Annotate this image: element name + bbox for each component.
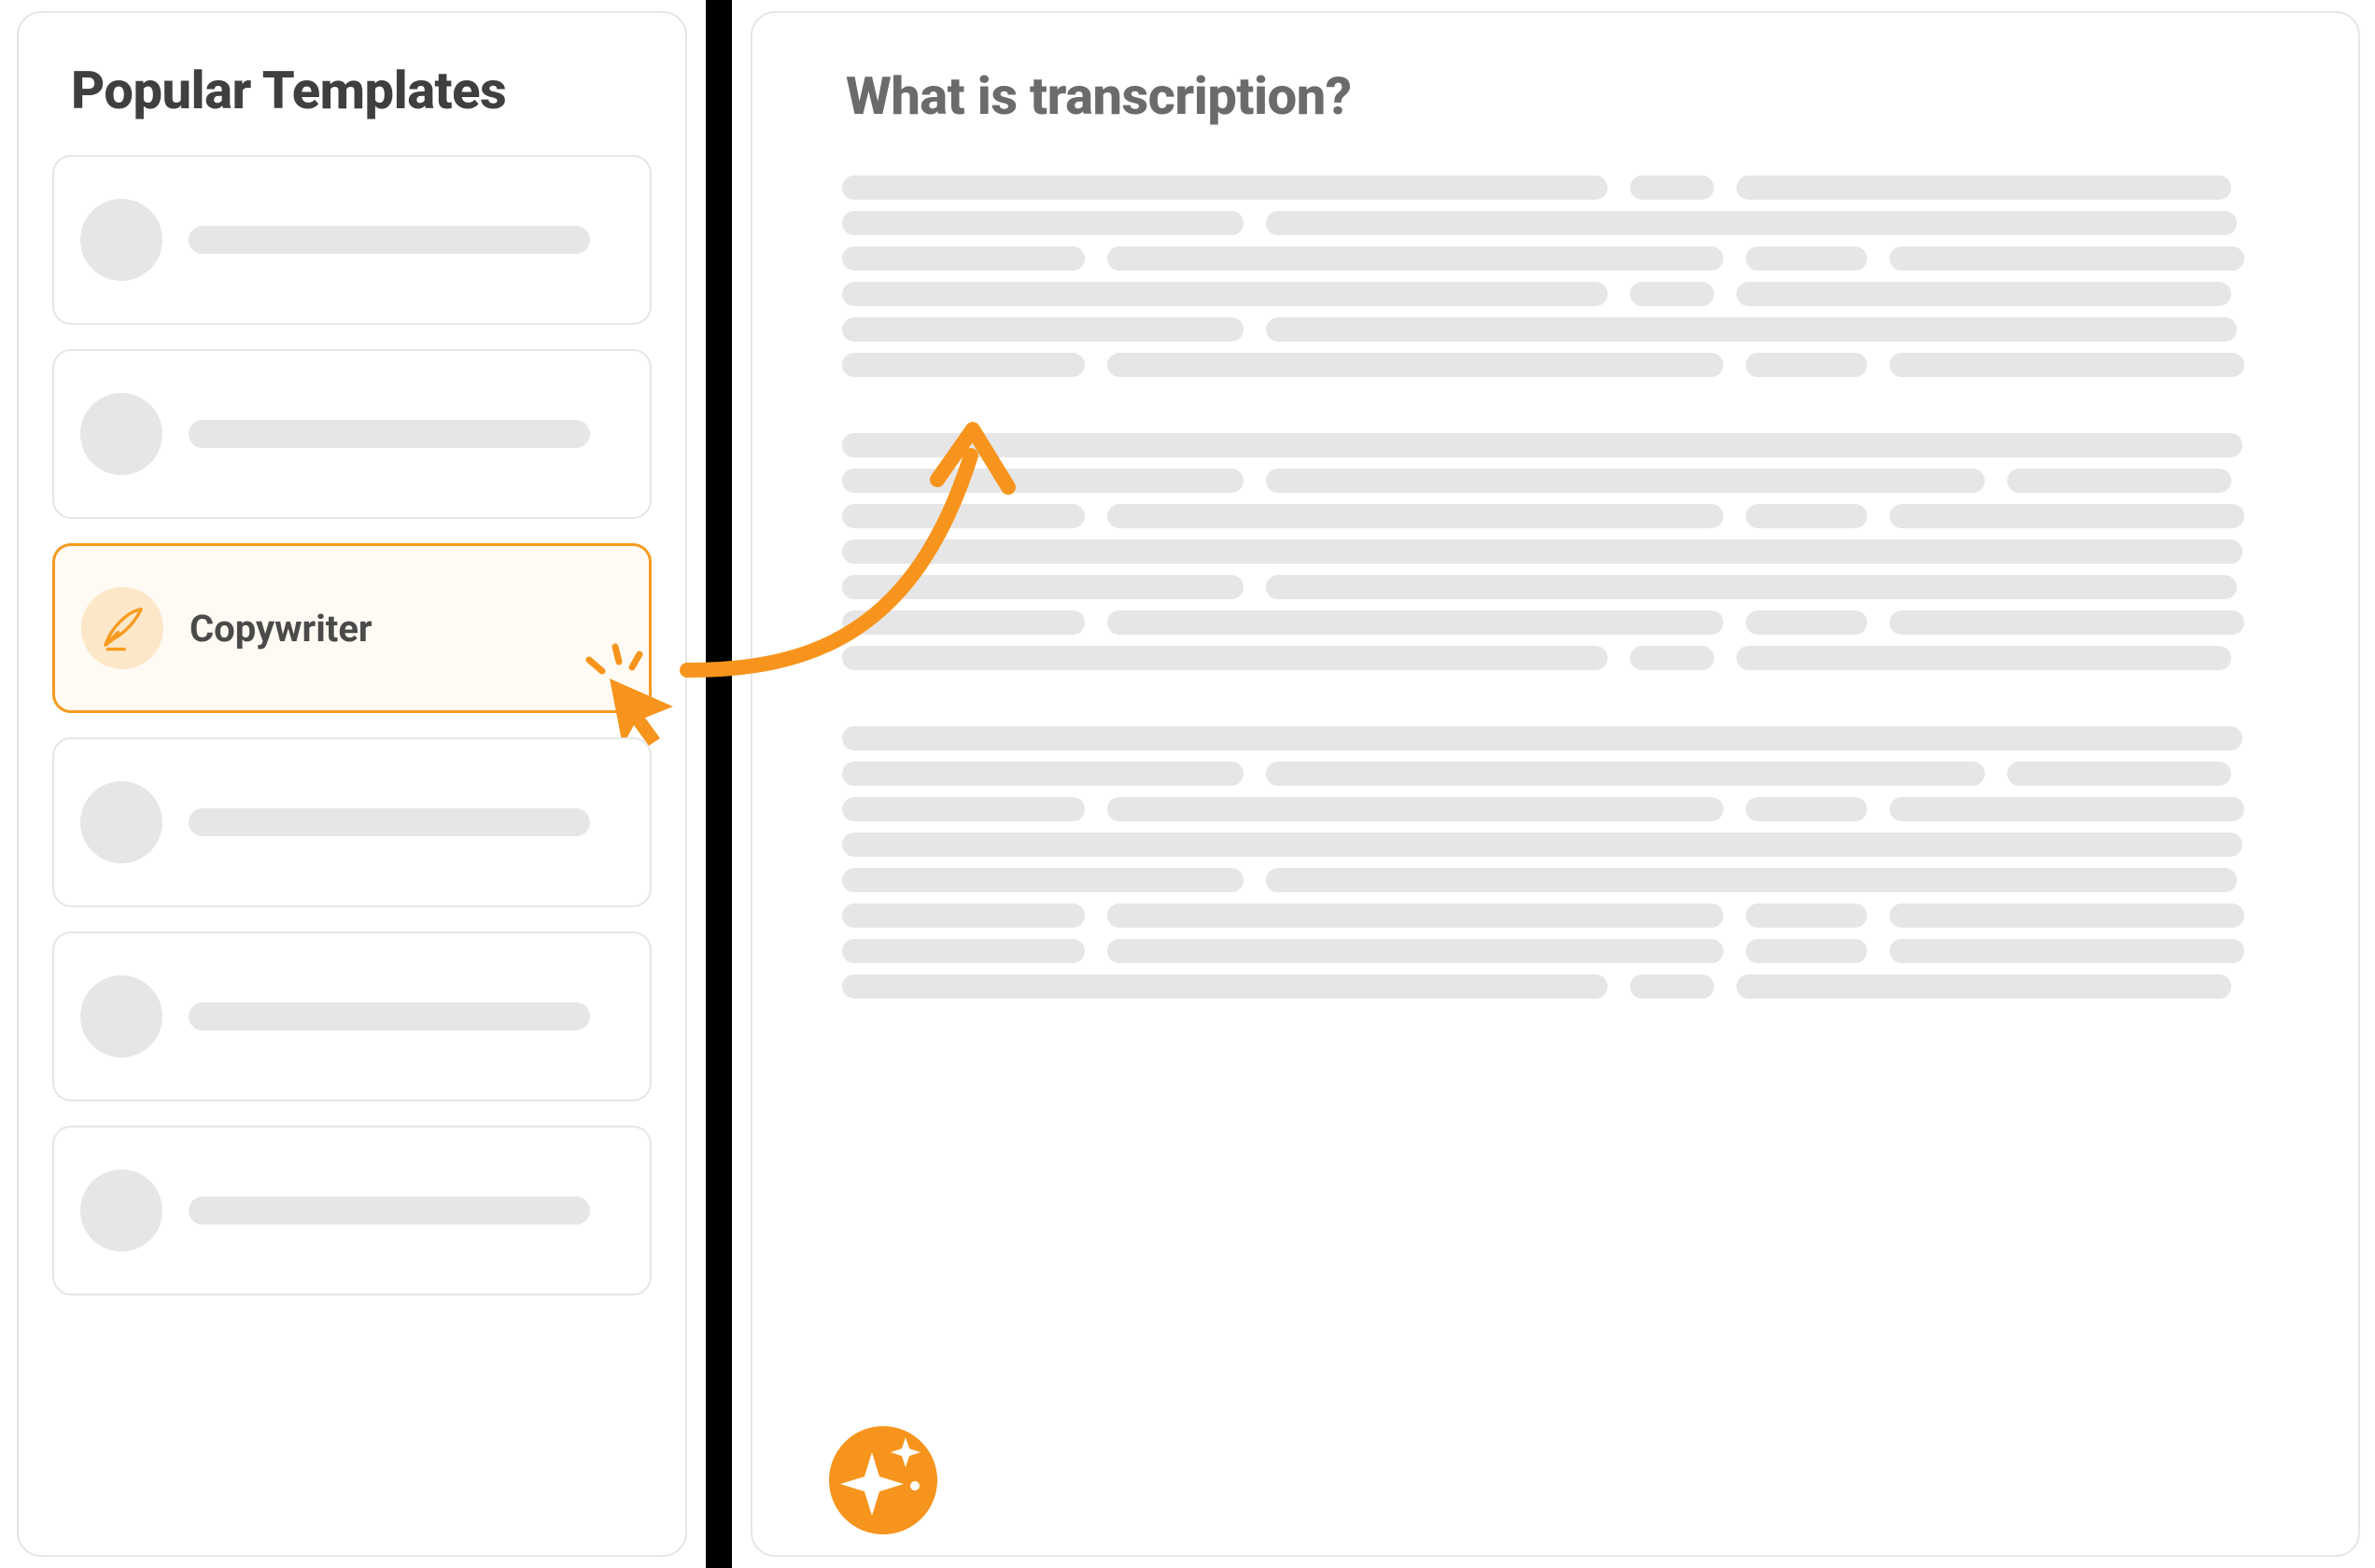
placeholder-line — [1107, 246, 1723, 271]
placeholder-line — [842, 903, 1085, 928]
placeholder-line — [842, 246, 1085, 271]
placeholder-line — [842, 353, 1085, 377]
placeholder-line — [1107, 610, 1723, 635]
placeholder-line — [842, 868, 1244, 892]
placeholder-line — [842, 939, 1085, 963]
placeholder-line — [1746, 797, 1867, 821]
placeholder-line — [842, 833, 2242, 857]
placeholder-line — [189, 226, 590, 254]
placeholder-line — [842, 575, 1244, 599]
template-card[interactable] — [52, 155, 652, 325]
template-card[interactable] — [52, 1126, 652, 1295]
sidebar-title: Popular Templates — [71, 60, 644, 121]
placeholder-line — [1736, 974, 2231, 999]
placeholder-line — [1890, 353, 2244, 377]
template-list: Copywriter — [52, 155, 652, 1295]
placeholder-line — [1736, 282, 2231, 306]
placeholder-line — [1890, 939, 2244, 963]
placeholder-line — [1890, 246, 2244, 271]
placeholder-line — [1266, 211, 2237, 235]
placeholder-line — [189, 420, 590, 448]
placeholder-line — [1746, 939, 1867, 963]
placeholder-line — [1630, 974, 1714, 999]
placeholder-line — [842, 211, 1244, 235]
panel-divider — [706, 0, 732, 1568]
placeholder-line — [1266, 762, 1985, 786]
placeholder-line — [1266, 868, 2237, 892]
content-panel: What is transcription? — [751, 11, 2360, 1557]
placeholder-line — [1107, 939, 1723, 963]
app-illustration: Popular Templates Copywriter — [0, 0, 2375, 1568]
placeholder-line — [189, 1002, 590, 1030]
placeholder-line — [1746, 903, 1867, 928]
placeholder-line — [842, 762, 1244, 786]
placeholder-line — [1890, 797, 2244, 821]
placeholder-line — [842, 469, 1244, 493]
sparkle-badge-icon — [827, 1424, 939, 1536]
template-card[interactable] — [52, 349, 652, 519]
placeholder-line — [1890, 903, 2244, 928]
placeholder-line — [1107, 903, 1723, 928]
placeholder-line — [842, 974, 1608, 999]
placeholder-icon — [80, 781, 162, 863]
template-card-copywriter[interactable]: Copywriter — [52, 543, 652, 713]
content-title: What is transcription? — [846, 65, 2306, 127]
placeholder-line — [1266, 317, 2237, 342]
placeholder-line — [1746, 353, 1867, 377]
placeholder-line — [842, 317, 1244, 342]
placeholder-line — [1266, 469, 1985, 493]
placeholder-icon — [80, 975, 162, 1057]
placeholder-line — [842, 646, 1608, 670]
placeholder-line — [842, 504, 1085, 528]
template-card[interactable] — [52, 931, 652, 1101]
template-card[interactable] — [52, 737, 652, 907]
placeholder-line — [1746, 504, 1867, 528]
placeholder-line — [842, 539, 2242, 564]
placeholder-line — [1890, 504, 2244, 528]
quill-icon — [81, 587, 163, 669]
placeholder-line — [189, 808, 590, 836]
placeholder-icon — [80, 1169, 162, 1252]
content-paragraph — [842, 175, 2306, 999]
placeholder-line — [2007, 469, 2231, 493]
templates-sidebar: Popular Templates Copywriter — [17, 11, 687, 1557]
cursor-click-icon — [572, 641, 684, 753]
placeholder-line — [842, 797, 1085, 821]
placeholder-line — [842, 433, 2242, 457]
placeholder-line — [1746, 610, 1867, 635]
placeholder-icon — [80, 393, 162, 475]
placeholder-icon — [80, 199, 162, 281]
template-label: Copywriter — [190, 607, 372, 651]
placeholder-line — [1630, 175, 1714, 200]
placeholder-line — [1266, 575, 2237, 599]
placeholder-line — [1890, 610, 2244, 635]
placeholder-line — [1736, 175, 2231, 200]
placeholder-line — [1107, 797, 1723, 821]
placeholder-line — [1736, 646, 2231, 670]
placeholder-line — [842, 610, 1085, 635]
placeholder-line — [1630, 646, 1714, 670]
placeholder-line — [842, 282, 1608, 306]
placeholder-line — [1107, 504, 1723, 528]
placeholder-line — [1630, 282, 1714, 306]
placeholder-line — [1107, 353, 1723, 377]
placeholder-line — [842, 175, 1608, 200]
placeholder-line — [1746, 246, 1867, 271]
placeholder-line — [189, 1197, 590, 1225]
placeholder-line — [2007, 762, 2231, 786]
placeholder-line — [842, 726, 2242, 750]
